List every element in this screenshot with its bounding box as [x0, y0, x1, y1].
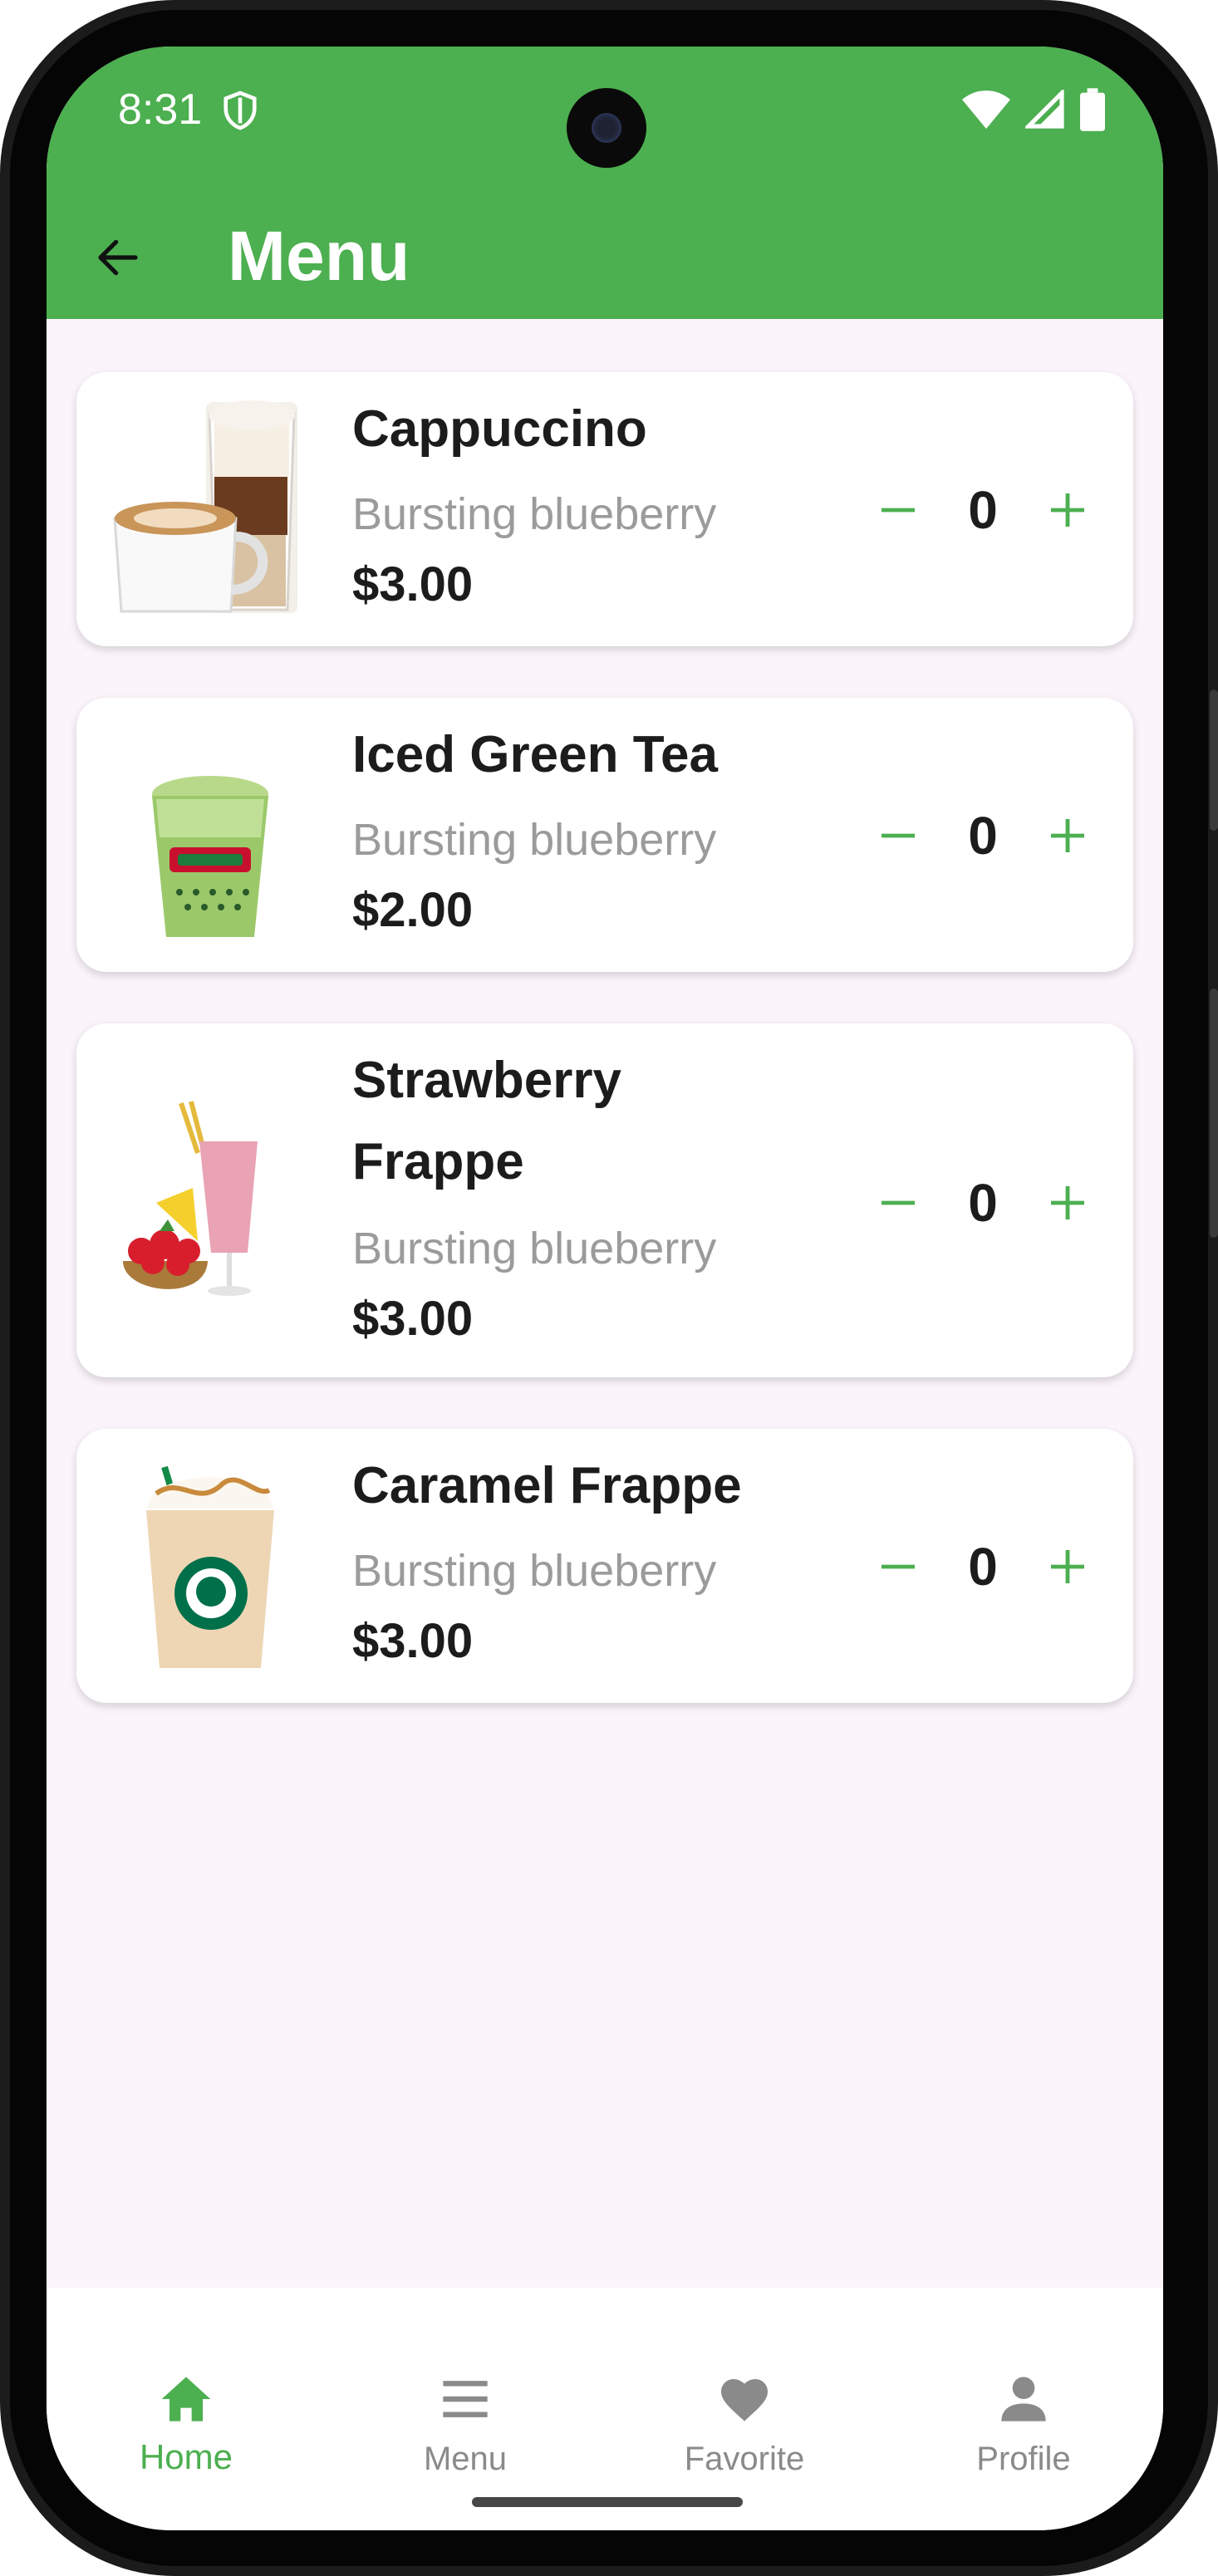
power-button: [1210, 989, 1218, 1238]
cappuccino-drink-image: [113, 400, 297, 613]
item-price: $3.00: [352, 1292, 474, 1346]
decrement-button[interactable]: [871, 1175, 926, 1230]
quantity-value: 0: [968, 806, 998, 866]
person-icon: [1001, 2377, 1046, 2421]
bottom-navigation: Home Menu Favorite Profile: [47, 2288, 1163, 2530]
plus-icon: [1051, 819, 1084, 852]
item-description: Bursting blueberry: [352, 1546, 717, 1596]
menu-item-card[interactable]: Strawberry Frappe Bursting blueberry $3.…: [76, 1023, 1133, 1377]
quantity-value: 0: [968, 1537, 998, 1597]
quantity-value: 0: [968, 1173, 998, 1233]
home-icon: [161, 2377, 211, 2421]
nav-label: Profile: [976, 2441, 1071, 2477]
menu-icon: [443, 2381, 488, 2417]
front-camera: [567, 88, 646, 168]
phone-frame: 8:31 Menu Cappuccino Bursting blueberry …: [0, 0, 1218, 2576]
shield-icon: [223, 91, 257, 130]
menu-item-card[interactable]: Caramel Frappe Bursting blueberry $3.00 …: [76, 1429, 1133, 1703]
caramel-frappe-image: [146, 1465, 274, 1668]
increment-button[interactable]: [1040, 808, 1095, 863]
app-screen: 8:31 Menu Cappuccino Bursting blueberry …: [47, 47, 1163, 2530]
cellular-signal-icon: [1025, 90, 1064, 129]
item-name: Strawberry Frappe: [352, 1052, 621, 1190]
battery-icon: [1080, 88, 1105, 131]
page-title: Menu: [228, 217, 410, 295]
minus-icon: [882, 1200, 915, 1205]
nav-item-home[interactable]: Home: [47, 2288, 326, 2476]
item-price: $2.00: [352, 883, 474, 937]
minus-icon: [882, 508, 915, 513]
nav-item-menu[interactable]: Menu: [326, 2288, 605, 2477]
decrement-button[interactable]: [871, 1539, 926, 1594]
nav-item-favorite[interactable]: Favorite: [605, 2288, 884, 2477]
item-price: $3.00: [352, 1614, 474, 1668]
quantity-stepper: 0: [871, 794, 1095, 877]
plus-icon: [1051, 1550, 1084, 1583]
arrow-back-icon: [98, 239, 138, 276]
increment-button[interactable]: [1040, 483, 1095, 537]
increment-button[interactable]: [1040, 1539, 1095, 1594]
item-description: Bursting blueberry: [352, 489, 717, 539]
menu-item-card[interactable]: Iced Green Tea Bursting blueberry $2.00 …: [76, 698, 1133, 972]
quantity-stepper: 0: [871, 1525, 1095, 1608]
minus-icon: [882, 1564, 915, 1569]
decrement-button[interactable]: [871, 808, 926, 863]
quantity-stepper: 0: [871, 469, 1095, 552]
item-description: Bursting blueberry: [352, 815, 717, 865]
home-indicator[interactable]: [472, 2497, 743, 2507]
nav-label: Menu: [423, 2441, 508, 2477]
strawberry-frappe-image: [123, 1101, 258, 1296]
item-price: $3.00: [352, 557, 474, 611]
plus-icon: [1051, 1186, 1084, 1219]
item-name: Cappuccino: [352, 400, 647, 458]
volume-button: [1210, 689, 1218, 831]
item-name: Iced Green Tea: [352, 726, 718, 783]
minus-icon: [882, 833, 915, 838]
nav-label: Favorite: [684, 2441, 805, 2477]
item-name: Caramel Frappe: [352, 1457, 742, 1514]
plus-icon: [1051, 493, 1084, 527]
app-header: 8:31 Menu: [47, 47, 1163, 319]
status-time: 8:31: [118, 86, 203, 134]
heart-icon: [721, 2379, 768, 2421]
decrement-button[interactable]: [871, 483, 926, 537]
status-icons: [962, 88, 1105, 131]
quantity-stepper: 0: [871, 1161, 1095, 1244]
increment-button[interactable]: [1040, 1175, 1095, 1230]
quantity-value: 0: [968, 480, 998, 540]
menu-item-card[interactable]: Cappuccino Bursting blueberry $3.00 0: [76, 372, 1133, 646]
item-description: Bursting blueberry: [352, 1224, 717, 1273]
nav-label: Home: [139, 2437, 233, 2476]
wifi-icon: [962, 91, 1010, 129]
iced-green-tea-image: [152, 776, 268, 937]
nav-item-profile[interactable]: Profile: [884, 2288, 1163, 2477]
back-button[interactable]: [88, 228, 148, 287]
